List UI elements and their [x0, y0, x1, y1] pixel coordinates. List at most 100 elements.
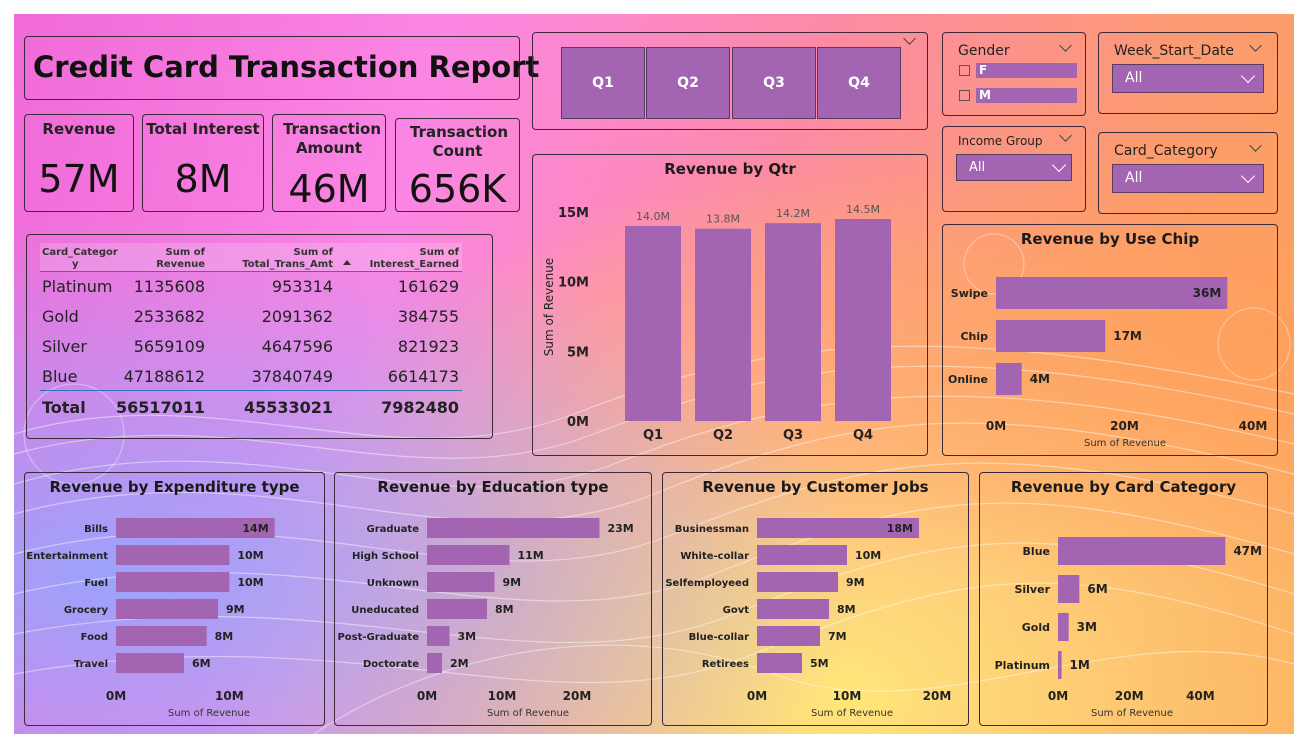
category-label: Fuel: [84, 578, 108, 589]
table-header-revenue[interactable]: Sum of Revenue: [137, 247, 205, 271]
category-label: High School: [352, 551, 419, 562]
table-header-interest[interactable]: Sum of Interest_Earned: [367, 247, 459, 271]
table-cell-category: Silver: [42, 337, 87, 356]
bar: [427, 545, 510, 565]
kpi-trans-amount-card: Transaction Amount 46M: [272, 114, 386, 212]
bar: [625, 225, 681, 421]
category-label: Online: [948, 373, 988, 386]
x-tick-label: 0M: [986, 419, 1006, 433]
bar: [996, 363, 1022, 395]
data-label: 10M: [855, 549, 881, 562]
table-header-card-category[interactable]: Card_Categor y: [42, 247, 122, 271]
quarter-button-q4[interactable]: Q4: [817, 47, 901, 119]
category-label: Graduate: [367, 524, 420, 535]
data-label: 13.8M: [706, 213, 740, 226]
gender-checkbox-f[interactable]: [959, 65, 970, 76]
card-category-slicer: Card_Category All: [1098, 132, 1278, 214]
x-tick-label: 40M: [1186, 689, 1215, 703]
card-slicer-title: Card_Category: [1114, 143, 1218, 159]
x-axis-label: Sum of Revenue: [1091, 708, 1173, 719]
x-tick-label: 0M: [106, 689, 126, 703]
kpi-label: Total Interest: [146, 120, 260, 138]
x-axis-label: Sum of Revenue: [1084, 438, 1166, 449]
x-tick-label: 20M: [563, 689, 592, 703]
x-tick-label: 10M: [215, 689, 244, 703]
chart-card-revenue-by-qtr: Revenue by Qtr 0M 5M 10M 15M Sum of Revenue 1…: [532, 154, 928, 456]
chevron-down-icon: [1240, 68, 1256, 84]
week-start-date-slicer: Week_Start_Date All: [1098, 32, 1278, 114]
category-label: Food: [81, 632, 108, 643]
table-cell-revenue: 1135608: [133, 277, 205, 296]
header-line: Card_Categor: [42, 247, 118, 258]
kpi-value: 46M: [288, 167, 370, 211]
table-cell-trans-amt: 953314: [271, 277, 333, 296]
category-label: Unknown: [367, 578, 419, 589]
quarter-button-q1[interactable]: Q1: [561, 47, 645, 119]
kpi-trans-count-card: Transaction Count 656K: [395, 118, 520, 212]
table-header-trans-amt[interactable]: Sum of Total_Trans_Amt: [227, 247, 333, 271]
table-total-interest: 7982480: [381, 398, 459, 417]
data-label: 14.5M: [846, 203, 880, 216]
category-label: Businessman: [675, 524, 749, 535]
income-dropdown-value: All: [969, 160, 986, 175]
x-tick-label: 0M: [417, 689, 437, 703]
bar: [116, 599, 218, 619]
table-total-label: Total: [42, 398, 86, 417]
data-label: 36M: [1193, 286, 1222, 300]
y-axis-label: Sum of Revenue: [542, 258, 556, 356]
x-tick-label: 20M: [923, 689, 952, 703]
income-dropdown[interactable]: All: [956, 154, 1072, 181]
bar: [757, 545, 847, 565]
table-cell-interest: 161629: [397, 277, 459, 296]
chart-card-revenue-by-expenditure: Revenue by Expenditure type Bills 14M Ente…: [24, 472, 325, 726]
week-dropdown[interactable]: All: [1112, 64, 1264, 93]
sort-ascending-icon[interactable]: [343, 260, 351, 265]
header-line: Revenue: [156, 259, 205, 270]
table-cell-trans-amt: 2091362: [261, 307, 333, 326]
y-tick-label: 0M: [567, 415, 589, 430]
data-label: 9M: [226, 603, 245, 616]
table-total-trans-amt: 45533021: [243, 398, 333, 417]
report-title: Credit Card Transaction Report: [33, 50, 540, 84]
table-cell-trans-amt: 4647596: [261, 337, 333, 356]
income-slicer-title: Income Group: [958, 134, 1043, 148]
gender-option-m[interactable]: M: [976, 88, 1077, 103]
table-cell-interest: 6614173: [387, 367, 459, 386]
bar: [427, 599, 487, 619]
bar: [765, 223, 821, 421]
card-category-dropdown[interactable]: All: [1112, 164, 1264, 193]
data-label: 6M: [1087, 582, 1107, 596]
table-cell-trans-amt: 37840749: [251, 367, 333, 386]
table-total-divider: [40, 390, 462, 391]
header-line: Sum of: [293, 247, 333, 258]
quarter-button-q3[interactable]: Q3: [732, 47, 816, 119]
header-line: Interest_Earned: [369, 259, 459, 270]
data-label: 47M: [1233, 544, 1262, 558]
income-group-slicer: Income Group All: [942, 126, 1086, 212]
chevron-down-icon[interactable]: [1249, 139, 1262, 152]
data-label: 8M: [215, 630, 234, 643]
quarter-button-q2[interactable]: Q2: [646, 47, 730, 119]
category-label: Blue: [1023, 545, 1050, 558]
data-label: 3M: [1077, 620, 1097, 634]
category-label: Selfemployeed: [665, 578, 749, 589]
kpi-value: 8M: [174, 157, 232, 201]
data-label: 6M: [192, 657, 211, 670]
kpi-value: 57M: [38, 157, 120, 201]
bar: [427, 653, 442, 673]
data-label: 5M: [810, 657, 829, 670]
chevron-down-icon[interactable]: [903, 32, 916, 45]
chevron-down-icon[interactable]: [1059, 39, 1072, 52]
chevron-down-icon[interactable]: [1249, 39, 1262, 52]
kpi-label: Transaction Amount: [283, 120, 382, 157]
category-label: Platinum: [995, 659, 1050, 672]
chevron-down-icon: [1240, 168, 1256, 184]
table-cell-category: Gold: [42, 307, 79, 326]
chevron-down-icon[interactable]: [1059, 129, 1072, 142]
chart-revenue-by-education: Graduate 23M High School 11M Unknown 9M Uneduc…: [337, 518, 634, 719]
category-label: Doctorate: [363, 659, 419, 670]
x-tick-label: 10M: [833, 689, 862, 703]
gender-option-f[interactable]: F: [976, 63, 1077, 78]
x-tick-label: 0M: [747, 689, 767, 703]
gender-checkbox-m[interactable]: [959, 90, 970, 101]
